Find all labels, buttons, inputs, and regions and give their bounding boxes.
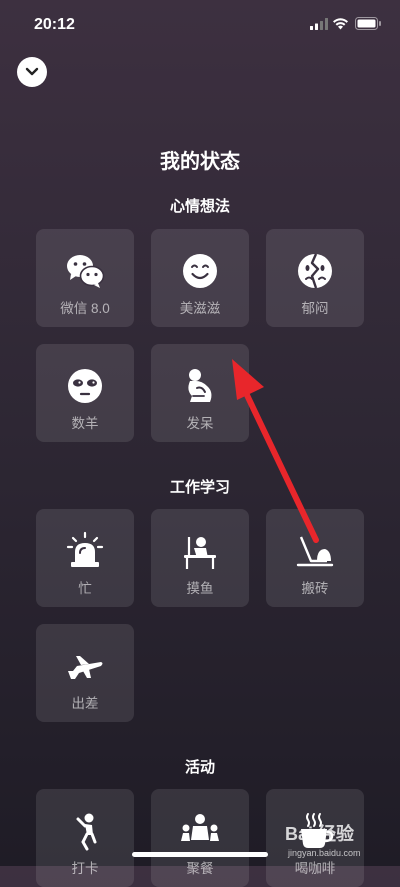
airplane-icon <box>68 656 103 679</box>
status-tile-label: 聚餐 <box>186 861 214 876</box>
status-tile-label: 微信 8.0 <box>60 301 110 316</box>
status-tile-label: 发呆 <box>186 416 214 431</box>
person-at-desk-icon <box>184 537 216 569</box>
section-title-mood: 心情想法 <box>169 198 230 215</box>
section-title-activity: 活动 <box>184 759 215 776</box>
broken-face-icon <box>298 253 332 289</box>
status-tile-happy[interactable]: 美滋滋 <box>151 229 249 327</box>
page-title: 我的状态 <box>160 151 240 173</box>
status-bar: 20:12 <box>0 0 400 50</box>
wifi-icon <box>333 18 348 30</box>
status-tile-label: 出差 <box>71 696 99 711</box>
watermark-url: jingyan.baidu.com <box>288 848 361 858</box>
status-tile-label: 忙 <box>78 581 92 596</box>
status-tile-slacking[interactable]: 摸鱼 <box>151 509 249 607</box>
collapse-button[interactable] <box>17 57 47 87</box>
status-tile-label: 打卡 <box>71 861 99 876</box>
chevron-down-icon <box>25 67 39 76</box>
daze-figure-icon <box>188 369 212 402</box>
sleep-mask-face-icon <box>68 369 102 403</box>
status-tile-busy[interactable]: 忙 <box>36 509 134 607</box>
status-tile-check-in[interactable]: 打卡 <box>36 789 134 887</box>
status-tile-depressed[interactable]: 郁闷 <box>266 229 364 327</box>
status-tile-label: 郁闷 <box>301 301 329 316</box>
smile-face-icon <box>183 254 217 288</box>
status-tile-business-trip[interactable]: 出差 <box>36 624 134 722</box>
status-tile-dinner[interactable]: 聚餐 <box>151 789 249 887</box>
status-tile-label: 摸鱼 <box>186 581 214 596</box>
status-tile-label: 美滋滋 <box>179 301 221 316</box>
status-tile-grinding[interactable]: 搬砖 <box>266 509 364 607</box>
laptop-brick-icon <box>296 536 334 567</box>
svg-text:Bai 经验: Bai 经验 <box>285 823 355 844</box>
status-tile-wechat[interactable]: 微信 8.0 <box>36 229 134 327</box>
status-tile-label: 搬砖 <box>301 581 329 596</box>
baidu-logo-watermark: Bai 经验 <box>285 823 355 844</box>
wechat-icon <box>67 255 105 288</box>
status-tile-label: 喝咖啡 <box>294 861 336 876</box>
battery-icon <box>355 17 381 30</box>
status-time: 20:12 <box>34 16 75 33</box>
group-people-icon <box>181 814 219 841</box>
cellular-signal-icon <box>310 18 328 30</box>
section-title-work: 工作学习 <box>169 479 230 496</box>
status-tile-daze[interactable]: 发呆 <box>151 344 249 442</box>
status-tile-label: 数羊 <box>71 416 99 431</box>
status-tile-counting-sheep[interactable]: 数羊 <box>36 344 134 442</box>
walking-person-icon <box>76 813 97 851</box>
home-indicator[interactable] <box>132 852 268 857</box>
alarm-siren-icon <box>66 531 104 567</box>
